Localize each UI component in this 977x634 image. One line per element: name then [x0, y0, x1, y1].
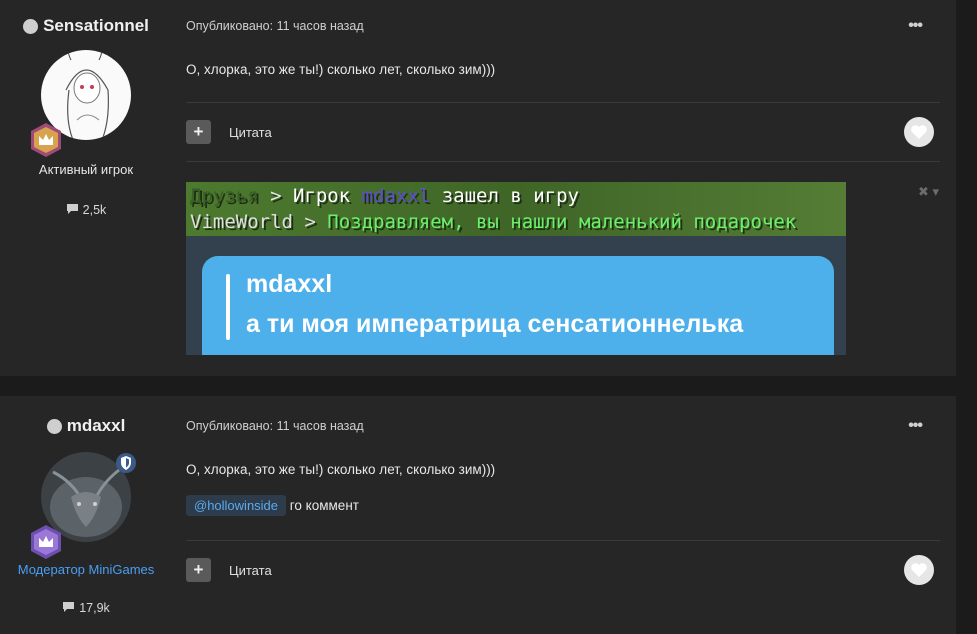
online-status-icon [23, 18, 39, 34]
embed-controls[interactable]: ✖ ▾ [918, 184, 939, 200]
ellipsis-icon[interactable]: ••• [908, 417, 923, 435]
user-role: Активный игрок [38, 162, 134, 177]
divider [186, 540, 940, 541]
minecraft-chat: Друзья > Игрок mdaxxl зашел в игру VimeW… [186, 182, 846, 236]
post-text: О, хлорка, это же ты!) сколько лет, скол… [186, 462, 496, 477]
post-count: 2,5k [0, 203, 172, 217]
post-count-value: 2,5k [82, 203, 107, 217]
chat-prefix: Друзья [190, 185, 259, 207]
chat-text: Поздравляем, вы нашли маленький подароче… [327, 211, 797, 233]
post-actions: + Цитата [186, 117, 940, 147]
divider [186, 161, 940, 162]
avatar-container [31, 452, 136, 559]
chat-arrow: > [258, 185, 293, 207]
author-name-link[interactable]: mdaxxl [67, 416, 126, 436]
speech-bubble-icon [62, 601, 75, 615]
post-count: 17,9k [0, 601, 172, 615]
shield-icon [116, 453, 136, 473]
crown-badge-icon [31, 123, 61, 157]
avatar-container [31, 50, 131, 157]
chat-line-1: Друзья > Игрок mdaxxl зашел в игру [190, 185, 579, 207]
post-count-value: 17,9k [79, 601, 110, 615]
post-author-panel: mdaxxl Модератор MiniGames 17,9k [0, 416, 172, 615]
bubble-text: а ти моя императрица сенсатионнелька [246, 310, 744, 338]
close-icon[interactable]: ✖ [918, 184, 929, 199]
post-actions: + Цитата [186, 555, 940, 585]
post-author-panel: Sensationnel Активный игрок 2,5k [0, 16, 172, 217]
heart-icon [911, 125, 927, 139]
chat-prefix: VimeWorld [190, 211, 293, 233]
chevron-down-icon[interactable]: ▾ [933, 184, 940, 199]
author-name[interactable]: Sensationnel [0, 16, 172, 36]
crown-badge-icon [31, 525, 61, 559]
chat-player-name: mdaxxl [361, 185, 431, 207]
post: mdaxxl Модератор MiniGames 17,9k Опублик… [0, 396, 956, 634]
like-button[interactable] [904, 555, 934, 585]
heart-icon [911, 563, 927, 577]
post-text: О, хлорка, это же ты!) сколько лет, скол… [186, 62, 496, 77]
message-bubble: mdaxxl а ти моя императрица сенсатионнел… [202, 256, 834, 355]
chat-text: зашел в игру [430, 185, 579, 207]
post-content: Опубликовано: 11 часов назад ••• О, хлор… [186, 396, 940, 634]
plus-icon[interactable]: + [186, 120, 211, 144]
mention-line: @hollowinside го коммент [186, 495, 359, 516]
author-name[interactable]: mdaxxl [0, 416, 172, 436]
user-mention[interactable]: @hollowinside [186, 495, 287, 516]
post: Sensationnel Активный игрок 2,5k Опублик… [0, 0, 956, 376]
ellipsis-icon[interactable]: ••• [908, 17, 923, 35]
plus-icon[interactable]: + [186, 558, 211, 582]
quote-button[interactable]: Цитата [229, 563, 272, 578]
user-role: Модератор MiniGames [17, 562, 155, 577]
chat-text: Игрок [292, 185, 362, 207]
online-status-icon [46, 418, 62, 434]
mention-text: го коммент [289, 498, 359, 513]
speech-bubble-icon [66, 203, 79, 217]
embedded-image[interactable]: Друзья > Игрок mdaxxl зашел в игру VimeW… [186, 182, 846, 355]
like-button[interactable] [904, 117, 934, 147]
divider [186, 102, 940, 103]
chat-line-2: VimeWorld > Поздравляем, вы нашли малень… [190, 211, 796, 233]
published-date: Опубликовано: 11 часов назад [186, 19, 364, 33]
bubble-author: mdaxxl [246, 270, 333, 298]
author-name-link[interactable]: Sensationnel [43, 16, 149, 36]
published-date: Опубликовано: 11 часов назад [186, 419, 364, 433]
quote-button[interactable]: Цитата [229, 125, 272, 140]
chat-arrow: > [292, 211, 328, 233]
quote-bar [226, 274, 230, 340]
post-content: Опубликовано: 11 часов назад ••• О, хлор… [186, 0, 940, 376]
